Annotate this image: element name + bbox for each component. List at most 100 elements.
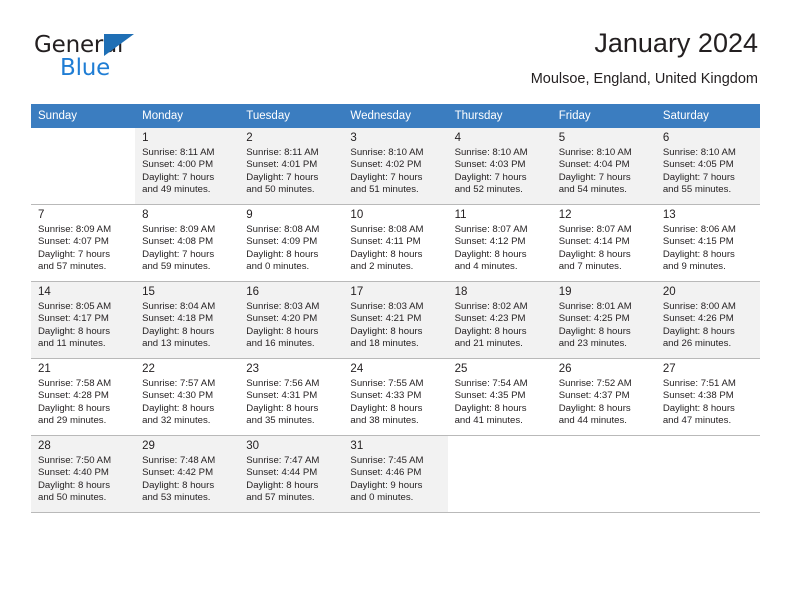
day-sun-info: Sunrise: 7:50 AM Sunset: 4:40 PM Daylight:… xyxy=(38,455,129,505)
calendar-day-cell: 9 Sunrise: 8:08 AM Sunset: 4:09 PM Daylight… xyxy=(239,204,344,282)
day-sun-info: Sunrise: 7:52 AM Sunset: 4:37 PM Daylight:… xyxy=(559,378,650,428)
day-sun-info: Sunrise: 8:02 AM Sunset: 4:23 PM Daylight:… xyxy=(455,301,546,351)
day-sunset-text: Sunset: 4:03 PM xyxy=(454,159,526,171)
day-sun-info: Sunrise: 7:54 AM Sunset: 4:35 PM Daylight:… xyxy=(455,378,546,428)
day-daylight-line1-text: Daylight: 8 hours xyxy=(558,325,631,337)
day-daylight-line1-text: Daylight: 7 hours xyxy=(142,248,215,260)
day-cell-content: 16 Sunrise: 8:03 AM Sunset: 4:20 PM Dayligh… xyxy=(239,282,343,355)
day-daylight-line2-text: and 47 minutes. xyxy=(662,415,732,427)
day-sunset-text: Sunset: 4:21 PM xyxy=(350,313,422,325)
day-daylight-line1-text: Daylight: 8 hours xyxy=(38,479,110,491)
day-sunset-text: Sunset: 4:42 PM xyxy=(142,467,214,479)
day-sunrise-text: Sunrise: 8:11 AM xyxy=(142,147,215,158)
calendar-day-cell: 7 Sunrise: 8:09 AM Sunset: 4:07 PM Daylight… xyxy=(31,204,136,282)
day-cell-content: 24 Sunrise: 7:55 AM Sunset: 4:33 PM Dayligh… xyxy=(343,359,447,432)
day-daylight-line1-text: Daylight: 7 hours xyxy=(246,171,319,183)
day-cell-content: 19 Sunrise: 8:01 AM Sunset: 4:25 PM Dayligh… xyxy=(552,282,656,355)
day-daylight-line1-text: Daylight: 8 hours xyxy=(662,402,735,414)
day-daylight-line1-text: Daylight: 7 hours xyxy=(454,171,527,183)
day-sunrise-text: Sunrise: 8:09 AM xyxy=(142,224,216,235)
day-sunset-text: Sunset: 4:40 PM xyxy=(38,467,109,479)
day-daylight-line1-text: Daylight: 8 hours xyxy=(558,402,631,414)
day-daylight-line1-text: Daylight: 8 hours xyxy=(38,402,110,414)
day-daylight-line2-text: and 49 minutes. xyxy=(142,184,211,196)
day-daylight-line2-text: and 23 minutes. xyxy=(558,338,627,350)
day-cell-content: 31 Sunrise: 7:45 AM Sunset: 4:46 PM Dayligh… xyxy=(343,436,447,509)
day-sunrise-text: Sunrise: 8:03 AM xyxy=(246,301,320,312)
day-daylight-line2-text: and 57 minutes. xyxy=(246,492,315,504)
day-cell-content: 22 Sunrise: 7:57 AM Sunset: 4:30 PM Dayligh… xyxy=(135,359,239,432)
calendar-day-cell-empty xyxy=(551,435,656,513)
day-daylight-line1-text: Daylight: 8 hours xyxy=(558,248,631,260)
day-sunset-text: Sunset: 4:20 PM xyxy=(246,313,318,325)
calendar-day-cell: 3 Sunrise: 8:10 AM Sunset: 4:02 PM Daylight… xyxy=(343,128,448,205)
day-number: 12 xyxy=(558,209,572,221)
calendar-header-row: Sunday Monday Tuesday Wednesday Thursday… xyxy=(31,104,760,128)
day-sunset-text: Sunset: 4:25 PM xyxy=(558,313,630,325)
day-sunrise-text: Sunrise: 8:03 AM xyxy=(350,301,424,312)
day-number: 27 xyxy=(662,363,676,375)
day-sun-info: Sunrise: 7:55 AM Sunset: 4:33 PM Daylight:… xyxy=(350,378,441,428)
day-sunrise-text: Sunrise: 8:11 AM xyxy=(246,147,319,158)
calendar-day-cell: 16 Sunrise: 8:03 AM Sunset: 4:20 PM Dayligh… xyxy=(239,281,344,359)
generalblue-logo[interactable]: General Blue xyxy=(34,32,234,90)
day-number: 17 xyxy=(350,286,364,298)
day-daylight-line1-text: Daylight: 8 hours xyxy=(246,248,319,260)
day-number: 21 xyxy=(38,363,51,375)
day-number: 31 xyxy=(350,440,364,452)
day-cell-content: 21 Sunrise: 7:58 AM Sunset: 4:28 PM Dayligh… xyxy=(31,359,135,432)
calendar-day-cell: 2 Sunrise: 8:11 AM Sunset: 4:01 PM Daylight… xyxy=(239,128,344,205)
day-sunset-text: Sunset: 4:12 PM xyxy=(454,236,526,248)
day-number: 3 xyxy=(350,132,357,144)
day-daylight-line2-text: and 35 minutes. xyxy=(246,415,315,427)
calendar-week-row: 7 Sunrise: 8:09 AM Sunset: 4:07 PM Daylight… xyxy=(31,204,760,282)
calendar-page: General Blue January 2024 Moulsoe, Engla… xyxy=(0,0,792,612)
day-sunrise-text: Sunrise: 8:02 AM xyxy=(454,301,528,312)
day-daylight-line1-text: Daylight: 8 hours xyxy=(454,248,527,260)
page-header: General Blue January 2024 Moulsoe, Engla… xyxy=(34,26,758,100)
day-number: 10 xyxy=(350,209,364,221)
day-number: 15 xyxy=(142,286,155,298)
day-daylight-line1-text: Daylight: 8 hours xyxy=(142,402,215,414)
day-sunset-text: Sunset: 4:33 PM xyxy=(350,390,422,402)
title-block: January 2024 Moulsoe, England, United Ki… xyxy=(531,26,758,89)
calendar-day-cell: 18 Sunrise: 8:02 AM Sunset: 4:23 PM Dayligh… xyxy=(447,281,552,359)
day-sunrise-text: Sunrise: 8:07 AM xyxy=(454,224,528,235)
day-daylight-line2-text: and 18 minutes. xyxy=(350,338,419,350)
day-cell-content: 5 Sunrise: 8:10 AM Sunset: 4:04 PM Daylight… xyxy=(552,128,656,201)
day-sunrise-text: Sunrise: 7:45 AM xyxy=(350,455,424,466)
day-daylight-line2-text: and 57 minutes. xyxy=(38,261,107,273)
day-sunset-text: Sunset: 4:38 PM xyxy=(662,390,734,402)
day-daylight-line1-text: Daylight: 8 hours xyxy=(142,479,215,491)
day-daylight-line2-text: and 50 minutes. xyxy=(246,184,315,196)
calendar-day-cell-empty xyxy=(447,435,552,513)
day-daylight-line2-text: and 11 minutes. xyxy=(38,338,106,350)
day-sunset-text: Sunset: 4:18 PM xyxy=(142,313,214,325)
day-daylight-line2-text: and 16 minutes. xyxy=(246,338,315,350)
day-sunset-text: Sunset: 4:01 PM xyxy=(246,159,318,171)
weekday-header-sunday: Sunday xyxy=(31,104,136,128)
day-number: 24 xyxy=(350,363,364,375)
day-daylight-line2-text: and 54 minutes. xyxy=(558,184,627,196)
day-sun-info: Sunrise: 7:56 AM Sunset: 4:31 PM Daylight:… xyxy=(246,378,337,428)
day-sun-info: Sunrise: 8:08 AM Sunset: 4:11 PM Daylight:… xyxy=(350,224,441,274)
day-sun-info: Sunrise: 8:07 AM Sunset: 4:14 PM Daylight:… xyxy=(559,224,650,274)
day-daylight-line2-text: and 13 minutes. xyxy=(142,338,211,350)
day-daylight-line1-text: Daylight: 8 hours xyxy=(246,402,319,414)
weekday-header-tuesday: Tuesday xyxy=(239,104,344,128)
day-daylight-line1-text: Daylight: 9 hours xyxy=(350,479,423,491)
day-number: 1 xyxy=(142,132,149,144)
day-sunset-text: Sunset: 4:14 PM xyxy=(558,236,630,248)
day-daylight-line2-text: and 52 minutes. xyxy=(454,184,523,196)
day-sunrise-text: Sunrise: 8:10 AM xyxy=(662,147,736,158)
calendar-day-cell: 21 Sunrise: 7:58 AM Sunset: 4:28 PM Dayligh… xyxy=(31,358,136,436)
day-sunset-text: Sunset: 4:35 PM xyxy=(454,390,526,402)
day-sunrise-text: Sunrise: 7:58 AM xyxy=(38,378,112,389)
weekday-header-saturday: Saturday xyxy=(655,104,760,128)
day-sun-info: Sunrise: 8:09 AM Sunset: 4:07 PM Daylight:… xyxy=(38,224,129,274)
day-cell-content: 17 Sunrise: 8:03 AM Sunset: 4:21 PM Dayligh… xyxy=(343,282,447,355)
calendar-day-cell: 17 Sunrise: 8:03 AM Sunset: 4:21 PM Dayligh… xyxy=(343,281,448,359)
day-number: 6 xyxy=(662,132,670,144)
day-cell-content: 28 Sunrise: 7:50 AM Sunset: 4:40 PM Dayligh… xyxy=(31,436,135,509)
calendar-day-cell: 19 Sunrise: 8:01 AM Sunset: 4:25 PM Dayligh… xyxy=(551,281,656,359)
